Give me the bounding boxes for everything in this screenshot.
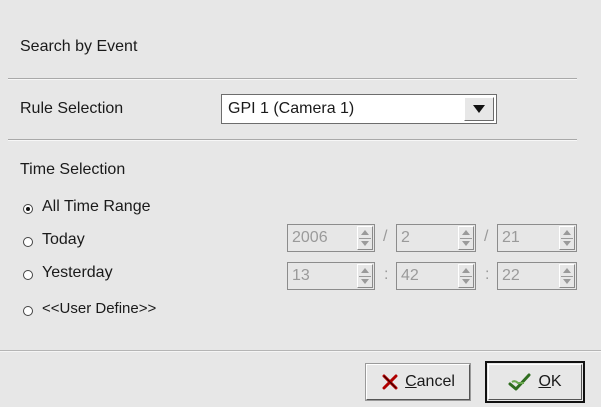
month-spinner[interactable]: 2	[396, 224, 476, 252]
date-separator: /	[383, 228, 388, 245]
second-value: 22	[502, 267, 520, 284]
radio-indicator[interactable]	[23, 237, 33, 247]
combo-dropdown-button[interactable]	[464, 97, 494, 121]
rule-selection-label: Rule Selection	[20, 100, 124, 117]
time-separator: :	[485, 266, 490, 283]
radio-indicator[interactable]	[23, 270, 33, 280]
rule-selection-combobox[interactable]: GPI 1 (Camera 1)	[221, 94, 497, 124]
date-separator: /	[484, 228, 489, 245]
radio-label: All Time Range	[42, 198, 151, 215]
month-value: 2	[401, 229, 410, 246]
minute-spinner[interactable]: 42	[396, 262, 476, 290]
radio-label: <<User Define>>	[42, 300, 157, 317]
x-icon	[382, 374, 398, 390]
spin-arrows-icon[interactable]	[458, 226, 474, 250]
time-separator: :	[384, 266, 389, 283]
radio-indicator[interactable]	[23, 306, 33, 316]
radio-indicator[interactable]	[23, 204, 33, 214]
minute-value: 42	[401, 267, 419, 284]
chevron-down-icon	[473, 105, 485, 113]
cancel-button-label: Cancel	[405, 373, 455, 390]
spin-arrows-icon[interactable]	[357, 264, 373, 288]
ok-button-label: OK	[538, 373, 562, 390]
time-selection-label: Time Selection	[20, 161, 126, 178]
year-spinner[interactable]: 2006	[287, 224, 375, 252]
day-spinner[interactable]: 21	[497, 224, 577, 252]
spin-arrows-icon[interactable]	[458, 264, 474, 288]
spin-arrows-icon[interactable]	[559, 264, 575, 288]
day-value: 21	[502, 229, 520, 246]
spin-arrows-icon[interactable]	[357, 226, 373, 250]
hour-value: 13	[292, 267, 310, 284]
ok-button[interactable]: OK	[485, 361, 585, 403]
dialog-title: Search by Event	[20, 38, 138, 55]
hour-spinner[interactable]: 13	[287, 262, 375, 290]
radio-label: Yesterday	[42, 264, 113, 281]
year-value: 2006	[292, 229, 328, 246]
separator	[8, 78, 577, 80]
separator	[8, 139, 577, 141]
radio-label: Today	[42, 231, 85, 248]
cancel-button[interactable]: Cancel	[365, 363, 471, 401]
spin-arrows-icon[interactable]	[559, 226, 575, 250]
footer-separator	[0, 350, 601, 352]
second-spinner[interactable]: 22	[497, 262, 577, 290]
checkmark-hand-icon	[508, 373, 531, 391]
rule-selection-value: GPI 1 (Camera 1)	[228, 100, 355, 117]
